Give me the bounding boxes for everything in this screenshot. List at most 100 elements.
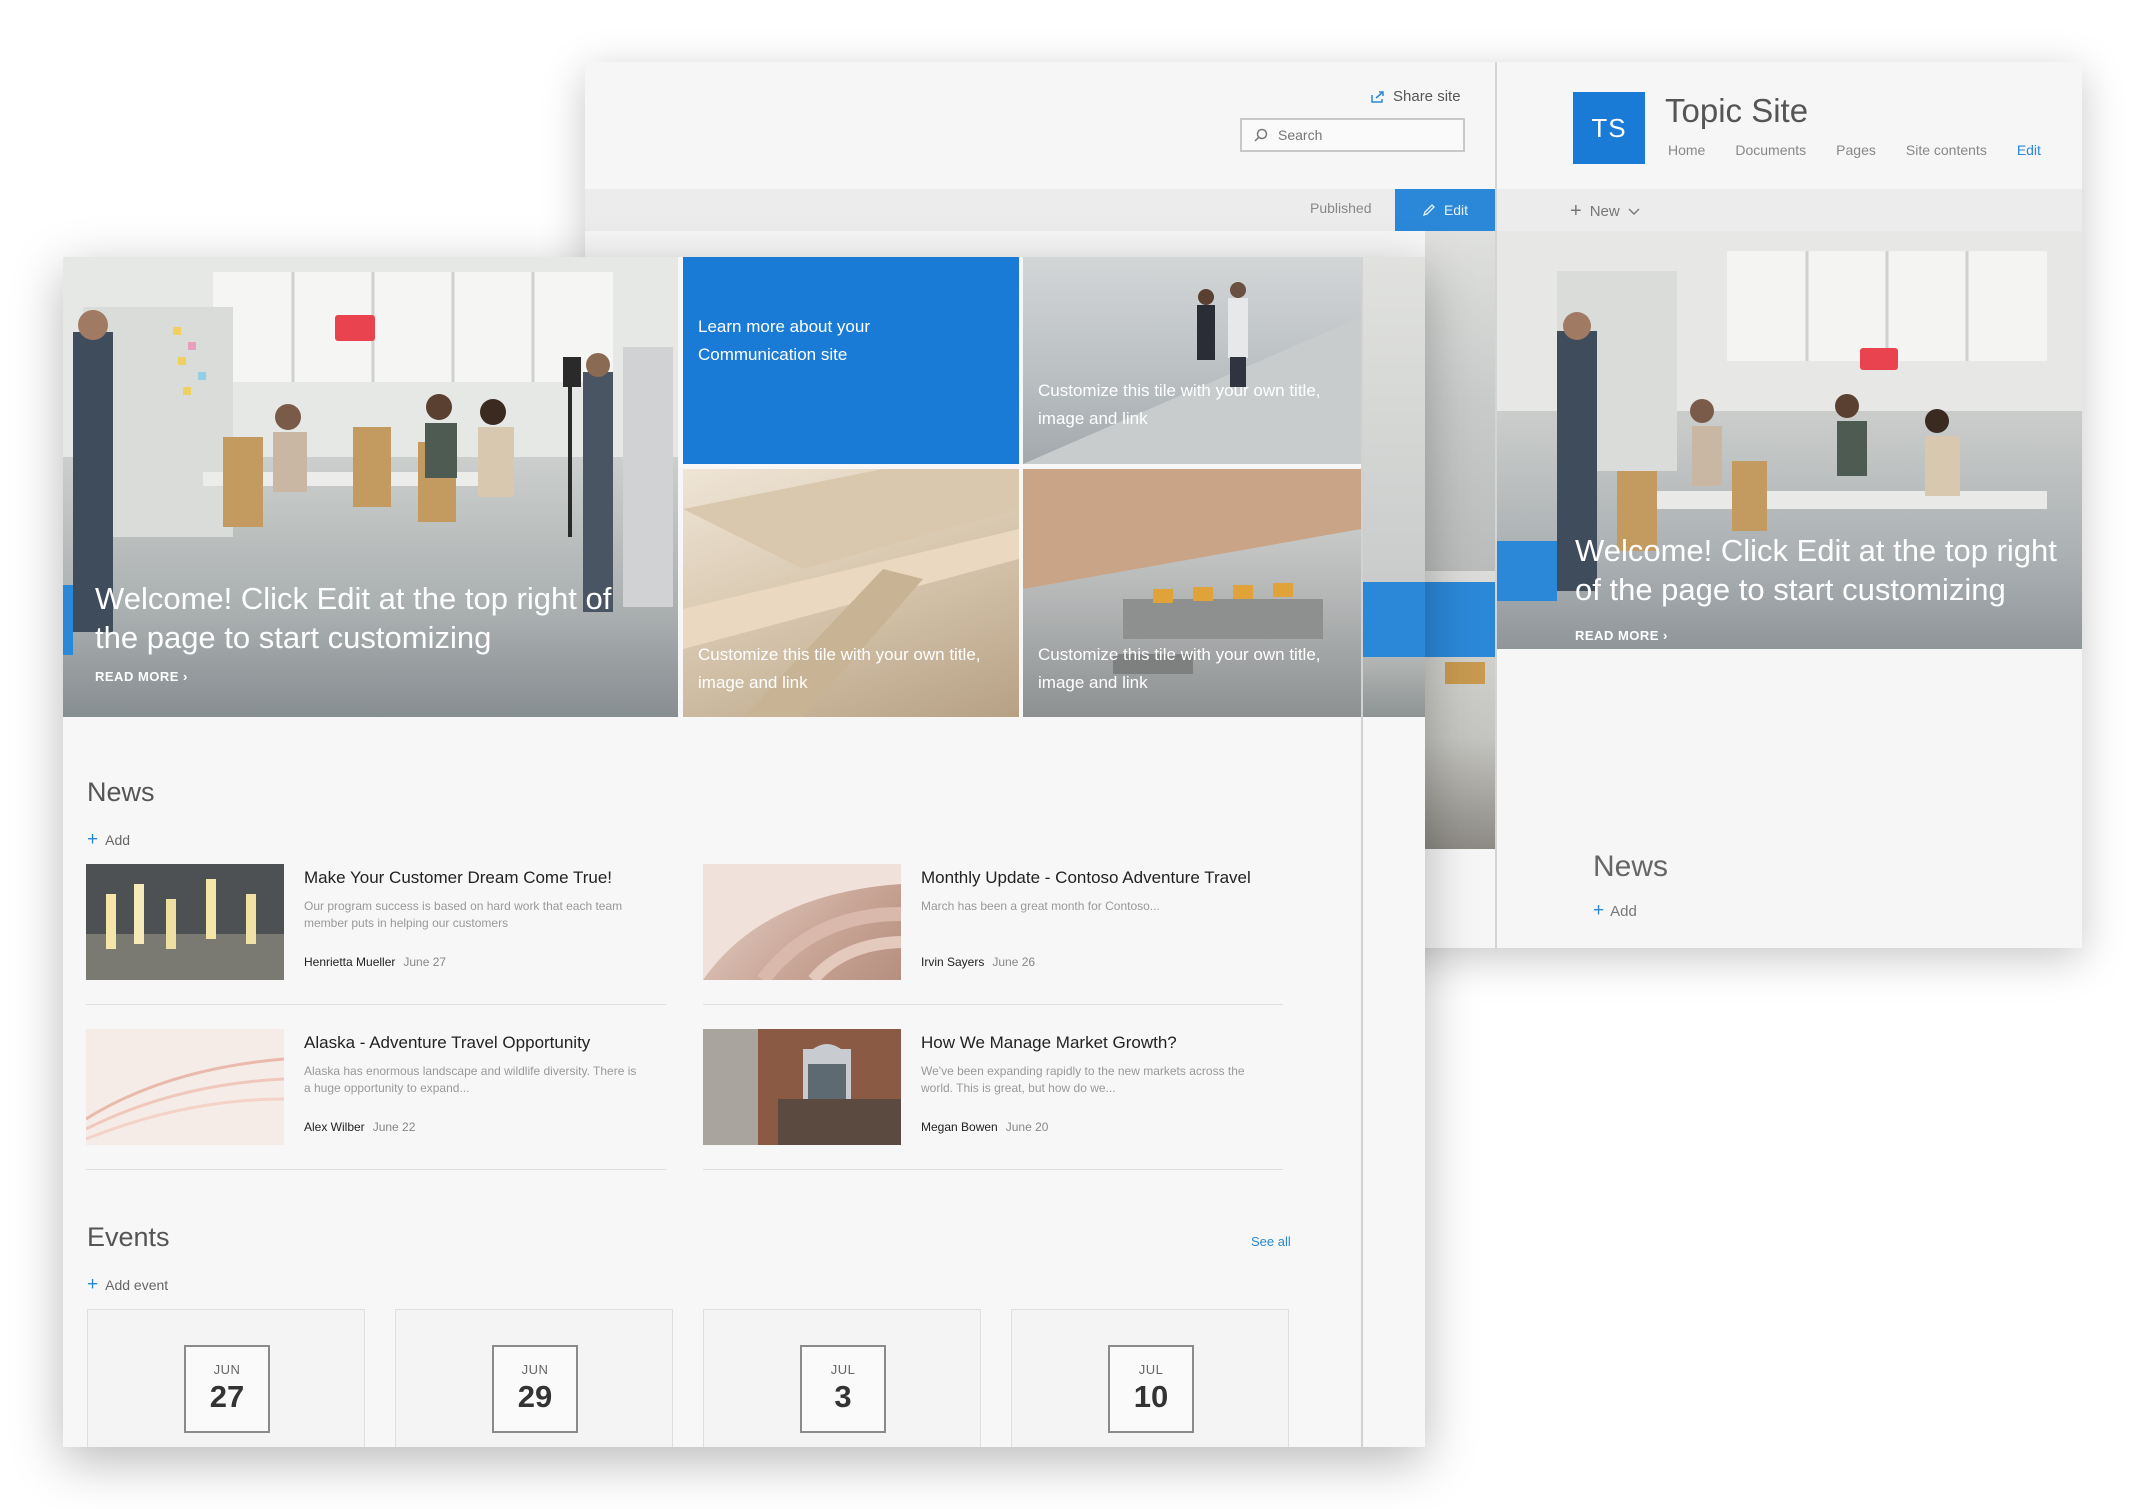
news-divider [703,1004,1283,1005]
nav-item-pages[interactable]: Pages [1836,142,1876,158]
news-add-button[interactable]: + Add [87,829,130,850]
nav-item-home[interactable]: Home [1668,142,1705,158]
publish-status: Published [1310,200,1372,216]
plus-icon: + [1570,200,1582,222]
news-thumbnail [703,864,901,980]
back-tile-accent [1425,582,1495,657]
plus-icon: + [87,829,99,850]
plus-icon: + [1593,900,1605,921]
nav-item-documents[interactable]: Documents [1735,142,1806,158]
event-month: JUL [1138,1362,1164,1377]
tile-caption: Customize this tile with your own title,… [1038,645,1321,692]
overlap-strip [1363,257,1425,582]
news-meta: Alex Wilber June 22 [304,1120,415,1134]
brick-building-illustration [703,1029,901,1145]
news-title[interactable]: How We Manage Market Growth? [921,1033,1177,1053]
news-date: June 26 [992,955,1036,969]
search-box[interactable] [1240,118,1465,152]
news-divider [86,1169,666,1170]
share-site-button[interactable]: Share site [1370,88,1461,105]
search-input[interactable] [1276,126,1440,144]
event-card[interactable]: JUN 29 [395,1309,673,1447]
tile-customize-1[interactable]: Customize this tile with your own title,… [1023,257,1361,464]
edit-page-label: Edit [1443,202,1469,218]
event-card[interactable]: JUN 27 [87,1309,365,1447]
event-month: JUL [830,1362,856,1377]
back-tile-chair [1445,662,1485,684]
hero-accent-bar [63,585,73,655]
event-day: 3 [834,1379,852,1414]
pencil-icon [1422,204,1435,217]
tile-caption: Customize this tile with your own title,… [1038,381,1321,428]
hero-read-more-link[interactable]: READ MORE › [95,669,188,684]
news-description: March has been a great month for Contoso… [921,899,1160,913]
tile-caption: Customize this tile with your own title,… [698,645,981,692]
event-card[interactable]: JUL 3 [703,1309,981,1447]
event-card[interactable]: JUL 10 [1011,1309,1289,1447]
event-day: 10 [1133,1379,1169,1414]
events-see-all-link[interactable]: See all [1251,1234,1291,1249]
tile-learn-more[interactable]: Learn more about your Communication site [683,257,1019,464]
back-hero-read-more[interactable]: READ MORE › [1575,628,1668,643]
event-month: JUN [521,1362,549,1377]
pendant-lights-illustration [86,864,284,980]
tile-customize-2[interactable]: Customize this tile with your own title,… [683,469,1019,717]
news-author[interactable]: Henrietta Mueller [304,955,395,969]
back-news-heading: News [1593,850,1669,883]
site-navigation: Home Documents Pages Site contents Edit [1668,142,2041,158]
events-add-label: Add event [105,1277,169,1293]
back-news-add-button[interactable]: + Add [1593,900,1637,922]
news-heading: News [87,777,155,807]
site-title[interactable]: Topic Site [1665,92,1808,130]
new-menu-button[interactable]: + New [1570,200,1640,223]
news-divider [86,1004,666,1005]
plus-icon: + [87,1274,99,1295]
news-item[interactable]: Monthly Update - Contoso Adventure Trave… [703,864,1301,1024]
events-add-button[interactable]: + Add event [87,1274,169,1295]
search-icon [1254,128,1268,142]
new-label: New [1589,203,1620,220]
abstract-curves-illustration [703,864,901,980]
news-thumbnail [703,1029,901,1145]
news-title[interactable]: Monthly Update - Contoso Adventure Trave… [921,868,1251,888]
chevron-down-icon [1628,208,1640,215]
event-date-badge: JUN 29 [492,1345,578,1433]
news-title[interactable]: Make Your Customer Dream Come True! [304,868,612,888]
event-month: JUN [213,1362,241,1377]
back-news-add-label: Add [1610,902,1637,920]
news-description: We've been expanding rapidly to the new … [921,1064,1245,1095]
event-date-badge: JUL 10 [1108,1345,1194,1433]
news-author[interactable]: Irvin Sayers [921,955,984,969]
back-hero-image[interactable]: Welcome! Click Edit at the top right of … [1497,231,2082,649]
news-meta: Henrietta Mueller June 27 [304,955,446,969]
event-date-badge: JUN 27 [184,1345,270,1433]
events-heading: Events [87,1222,170,1252]
event-date-badge: JUL 3 [800,1345,886,1433]
event-day: 27 [209,1379,245,1414]
tile-customize-3[interactable]: Customize this tile with your own title,… [1023,469,1361,717]
back-hero-text: Welcome! Click Edit at the top right of … [1575,533,2057,607]
news-date: June 20 [1005,1120,1049,1134]
news-item[interactable]: Alaska - Adventure Travel Opportunity Al… [86,1029,684,1189]
news-title[interactable]: Alaska - Adventure Travel Opportunity [304,1033,590,1053]
hero-image[interactable]: Welcome! Click Edit at the top right of … [63,257,678,717]
nav-edit-link[interactable]: Edit [2017,142,2041,158]
news-thumbnail [86,1029,284,1145]
tile-caption: Learn more about your Communication site [698,317,870,364]
news-author[interactable]: Alex Wilber [304,1120,365,1134]
nav-item-site-contents[interactable]: Site contents [1906,142,1987,158]
front-site-window: Welcome! Click Edit at the top right of … [63,257,1425,1447]
event-day: 29 [517,1379,553,1414]
news-description: Our program success is based on hard wor… [304,899,623,930]
news-divider [703,1169,1283,1170]
news-meta: Irvin Sayers June 26 [921,955,1035,969]
site-logo[interactable]: TS [1573,92,1645,164]
news-date: June 27 [403,955,447,969]
edit-page-button[interactable]: Edit [1395,189,1495,231]
news-author[interactable]: Megan Bowen [921,1120,998,1134]
news-thumbnail [86,864,284,980]
share-icon [1371,90,1384,103]
news-item[interactable]: How We Manage Market Growth? We've been … [703,1029,1301,1189]
news-item[interactable]: Make Your Customer Dream Come True! Our … [86,864,684,1024]
news-meta: Megan Bowen June 20 [921,1120,1048,1134]
